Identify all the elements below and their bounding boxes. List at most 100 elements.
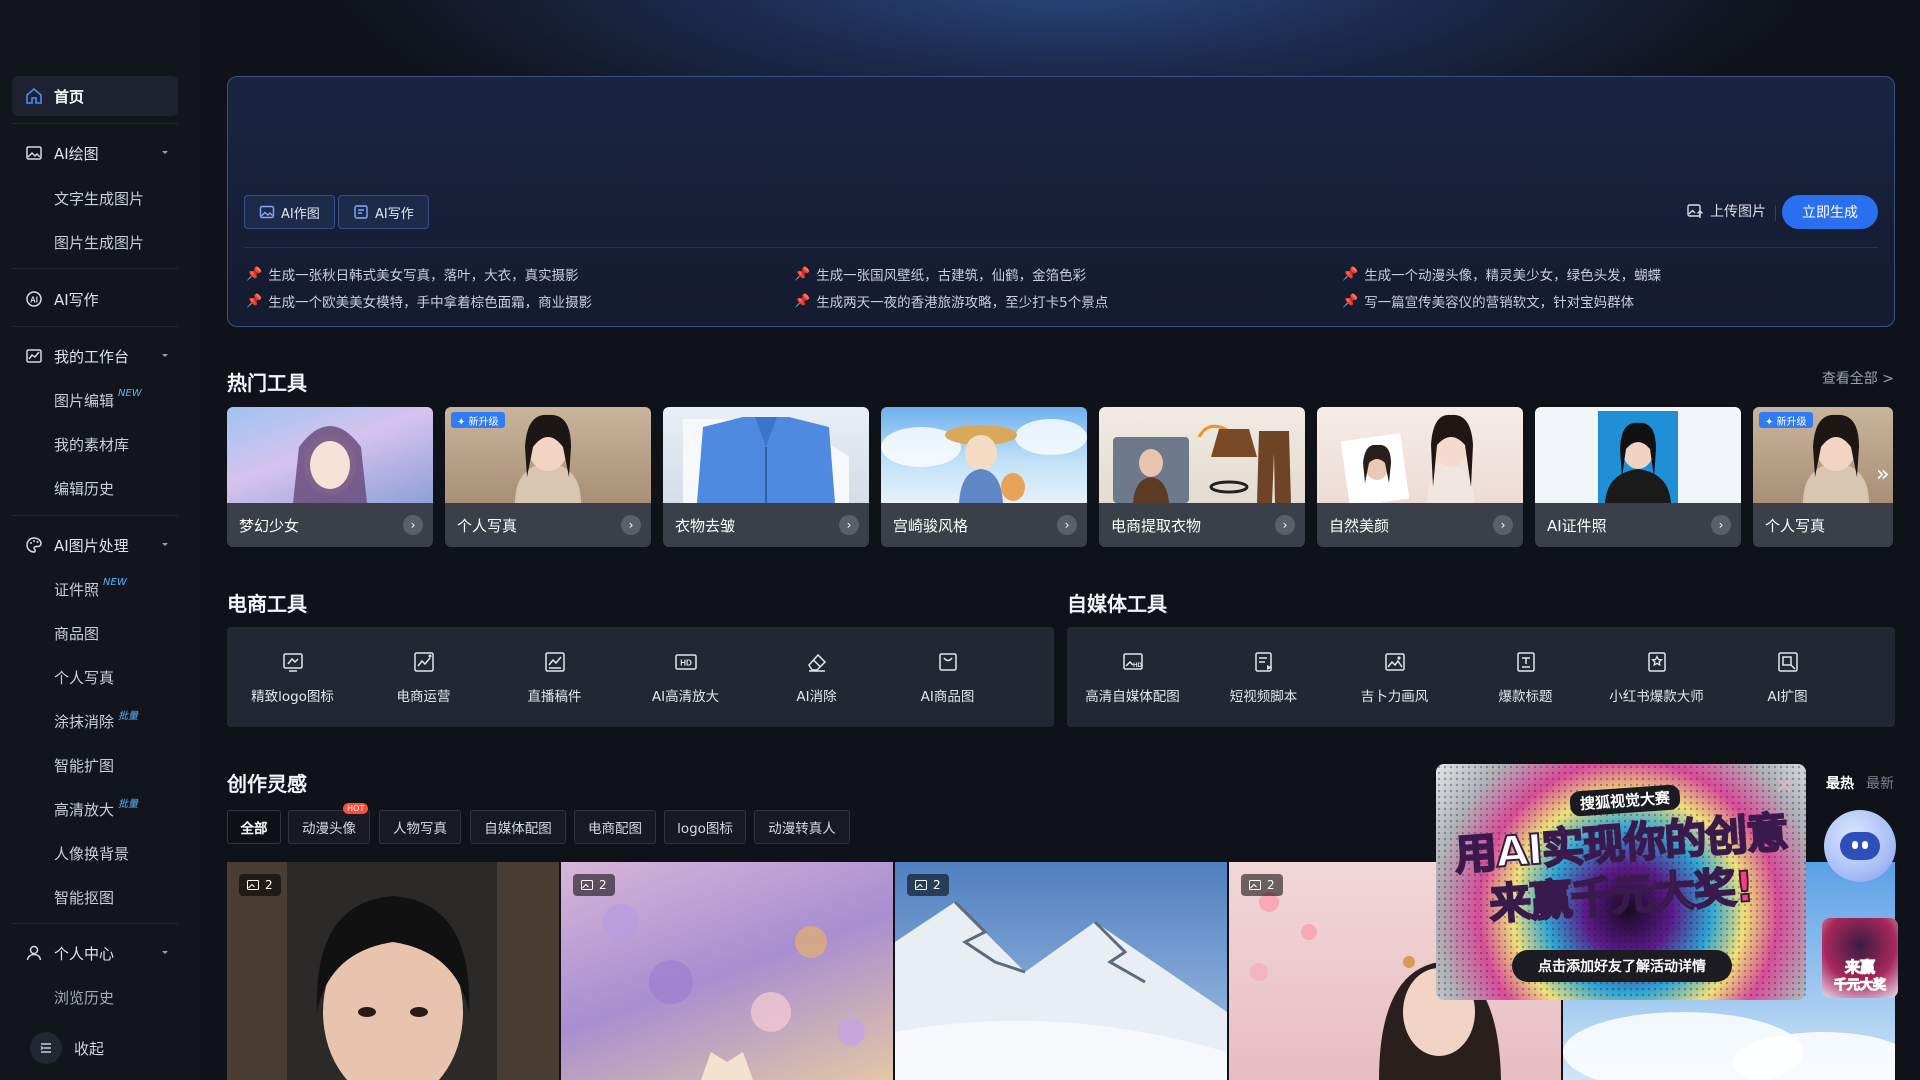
sidebar-subitem-smart-expand[interactable]: 智能扩图 [54, 751, 114, 779]
sidebar-subitem-text-to-image[interactable]: 文字生成图片 [54, 184, 144, 212]
sidebar-item-personal-center[interactable]: 个人中心 [12, 933, 178, 973]
filter-anime-to-real[interactable]: 动漫转真人 [754, 810, 850, 844]
pin-icon: 📌 [246, 266, 263, 282]
sort-hot[interactable]: 最热 [1826, 773, 1854, 793]
filter-media-image[interactable]: 自媒体配图 [470, 810, 566, 844]
tool-ghibli-style[interactable]: 吉卜力画风 [1329, 627, 1460, 727]
tool-card-miyazaki-style[interactable]: 宫崎骏风格 › [881, 407, 1087, 547]
eraser-icon [804, 649, 830, 675]
sidebar-item-workbench[interactable]: 我的工作台 [12, 336, 178, 376]
prompt-suggestion[interactable]: 📌 写一篇宣传美容仪的营销软文，针对宝妈群体 [1342, 291, 1634, 312]
sidebar-subitem-id-photo[interactable]: 证件照 NEW [54, 575, 127, 603]
card-image [881, 407, 1087, 503]
hot-tools-title: 热门工具 [227, 371, 307, 395]
ecommerce-tools-title: 电商工具 [227, 592, 307, 616]
tool-xiaohongshu-master[interactable]: 小红书爆款大师 [1591, 627, 1722, 727]
tool-short-video-script[interactable]: 短视频脚本 [1198, 627, 1329, 727]
divider [12, 326, 178, 327]
upload-image-button[interactable]: 上传图片 [1686, 201, 1766, 221]
tool-label: 爆款标题 [1498, 689, 1553, 705]
pin-icon: 📌 [794, 266, 811, 282]
image-stack-icon [1249, 880, 1261, 890]
see-all-link[interactable]: 查看全部 > [1822, 368, 1894, 388]
card-label: 个人写真 [1753, 503, 1893, 547]
sidebar-item-ai-image-process[interactable]: AI图片处理 [12, 525, 178, 565]
prompt-panel[interactable]: AI作图 AI写作 上传图片 立即生成 📌 生成一张秋日韩式美女写真，落叶，大衣，… [227, 76, 1895, 327]
tool-card-dream-girl[interactable]: 梦幻少女 › [227, 407, 433, 547]
pin-icon: 📌 [246, 293, 263, 309]
close-icon[interactable]: ✕ [1774, 772, 1794, 800]
clothing-extract-illustration [1113, 424, 1291, 503]
sidebar-subitem-smart-cutout[interactable]: 智能抠图 [54, 883, 114, 911]
tool-ai-product-image[interactable]: AI商品图 [882, 627, 1013, 727]
media-tools-panel: HD 高清自媒体配图 短视频脚本 吉卜力画风 爆款标题 小红书爆款大师 AI扩图 [1067, 627, 1895, 727]
document-icon [354, 205, 368, 219]
tool-card-ai-id-photo[interactable]: AI证件照 › [1535, 407, 1741, 547]
sidebar-item-ai-draw[interactable]: AI绘图 [12, 133, 178, 173]
promo-cta-button[interactable]: 点击添加好友了解活动详情 [1512, 950, 1732, 982]
tool-logo-icon[interactable]: 精致logo图标 [227, 627, 358, 727]
filter-anime-avatar[interactable]: 动漫头像 [288, 810, 370, 844]
sidebar-subitem-portrait-background[interactable]: 人像换背景 [54, 839, 129, 867]
tool-label: 高清自媒体配图 [1085, 689, 1180, 705]
sidebar-subitem-edit-history[interactable]: 编辑历史 [54, 474, 114, 502]
prompt-suggestion[interactable]: 📌 生成一个动漫头像，精灵美少女，绿色头发，蝴蝶 [1342, 264, 1661, 285]
sidebar-subitem-material-library[interactable]: 我的素材库 [54, 430, 129, 458]
tool-card-clothing-extract[interactable]: 电商提取衣物 › [1099, 407, 1305, 547]
tool-card-wrinkle-removal[interactable]: 衣物去皱 › [663, 407, 869, 547]
shirt-illustration [683, 417, 849, 503]
divider [1775, 205, 1776, 221]
mode-ai-draw-button[interactable]: AI作图 [244, 195, 335, 229]
chevron-right-icon: › [1275, 515, 1295, 535]
new-badge: NEW [103, 576, 127, 588]
filter-all[interactable]: 全部 [227, 810, 281, 844]
mode-ai-write-button[interactable]: AI写作 [338, 195, 429, 229]
tool-card-natural-beauty[interactable]: 自然美颜 › [1317, 407, 1523, 547]
sidebar-subitem-image-to-image[interactable]: 图片生成图片 [54, 228, 144, 256]
anime-girl-illustration [293, 426, 367, 503]
gallery-item[interactable]: 2 [561, 862, 893, 1080]
tool-ai-expand[interactable]: AI扩图 [1722, 627, 1853, 727]
tool-ai-erase[interactable]: AI消除 [751, 627, 882, 727]
tool-ecommerce-ops[interactable]: 电商运营 [358, 627, 489, 727]
filter-logo[interactable]: logo图标 [664, 810, 746, 844]
generate-button[interactable]: 立即生成 [1782, 195, 1878, 229]
collapse-button[interactable]: 收起 [30, 1032, 104, 1064]
tool-card-personal-portrait[interactable]: ✦ 新升级 个人写真 › [445, 407, 651, 547]
promo-side-badge[interactable]: 来赢 千元大奖 [1822, 918, 1898, 998]
prompt-suggestion[interactable]: 📌 生成两天一夜的香港旅游攻略，至少打卡5个景点 [794, 291, 1108, 312]
prompt-suggestion[interactable]: 📌 生成一张国风壁纸，古建筑，仙鹤，金箔色彩 [794, 264, 1086, 285]
sidebar-subitem-browse-history[interactable]: 浏览历史 [54, 983, 114, 1011]
tool-card-personal-portrait-2[interactable]: ✦ 新升级 个人写真 [1753, 407, 1893, 547]
sidebar-subitem-image-edit[interactable]: 图片编辑 NEW [54, 386, 142, 414]
sidebar-subitem-smear-erase[interactable]: 涂抹消除 批量 [54, 707, 138, 735]
sidebar-subitem-hd-upscale[interactable]: 高清放大 批量 [54, 795, 138, 823]
script-icon [1251, 649, 1277, 675]
tool-hd-media-image[interactable]: HD 高清自媒体配图 [1067, 627, 1198, 727]
image-icon [259, 205, 275, 219]
tool-ai-hd-upscale[interactable]: HD AI高清放大 [620, 627, 751, 727]
svg-text:AI: AI [30, 296, 38, 305]
gallery-item[interactable]: 2 [227, 862, 559, 1080]
sidebar-item-home[interactable]: 首页 [12, 76, 178, 116]
palette-icon [24, 535, 44, 555]
sidebar-subitem-product-image[interactable]: 商品图 [54, 619, 99, 647]
sort-new[interactable]: 最新 [1866, 773, 1894, 793]
prompt-suggestion[interactable]: 📌 生成一张秋日韩式美女写真，落叶，大衣，真实摄影 [246, 264, 579, 285]
promo-banner[interactable]: 搜狐视觉大赛 用AI实现你的创意 来赢千元大奖! 点击添加好友了解活动详情 [1436, 764, 1806, 1000]
image-count: 2 [933, 878, 941, 892]
carousel-next-icon[interactable]: » [1876, 462, 1889, 487]
tool-label: 小红书爆款大师 [1609, 689, 1704, 705]
tool-live-script[interactable]: 直播稿件 [489, 627, 620, 727]
ghibli-girl-illustration [881, 419, 1087, 503]
assistant-bot-icon[interactable] [1824, 810, 1896, 882]
sidebar-item-ai-write[interactable]: AI AI写作 [12, 279, 178, 319]
filter-portrait[interactable]: 人物写真 [379, 810, 461, 844]
art-style-icon [1382, 649, 1408, 675]
sidebar-subitem-personal-portrait[interactable]: 个人写真 [54, 663, 114, 691]
upgrade-tag: ✦ 新升级 [1759, 412, 1813, 428]
prompt-suggestion[interactable]: 📌 生成一个欧美美女模特，手中拿着棕色面霜，商业摄影 [246, 291, 592, 312]
filter-ecommerce-image[interactable]: 电商配图 [574, 810, 656, 844]
gallery-item[interactable]: 2 [895, 862, 1227, 1080]
tool-viral-title[interactable]: 爆款标题 [1460, 627, 1591, 727]
